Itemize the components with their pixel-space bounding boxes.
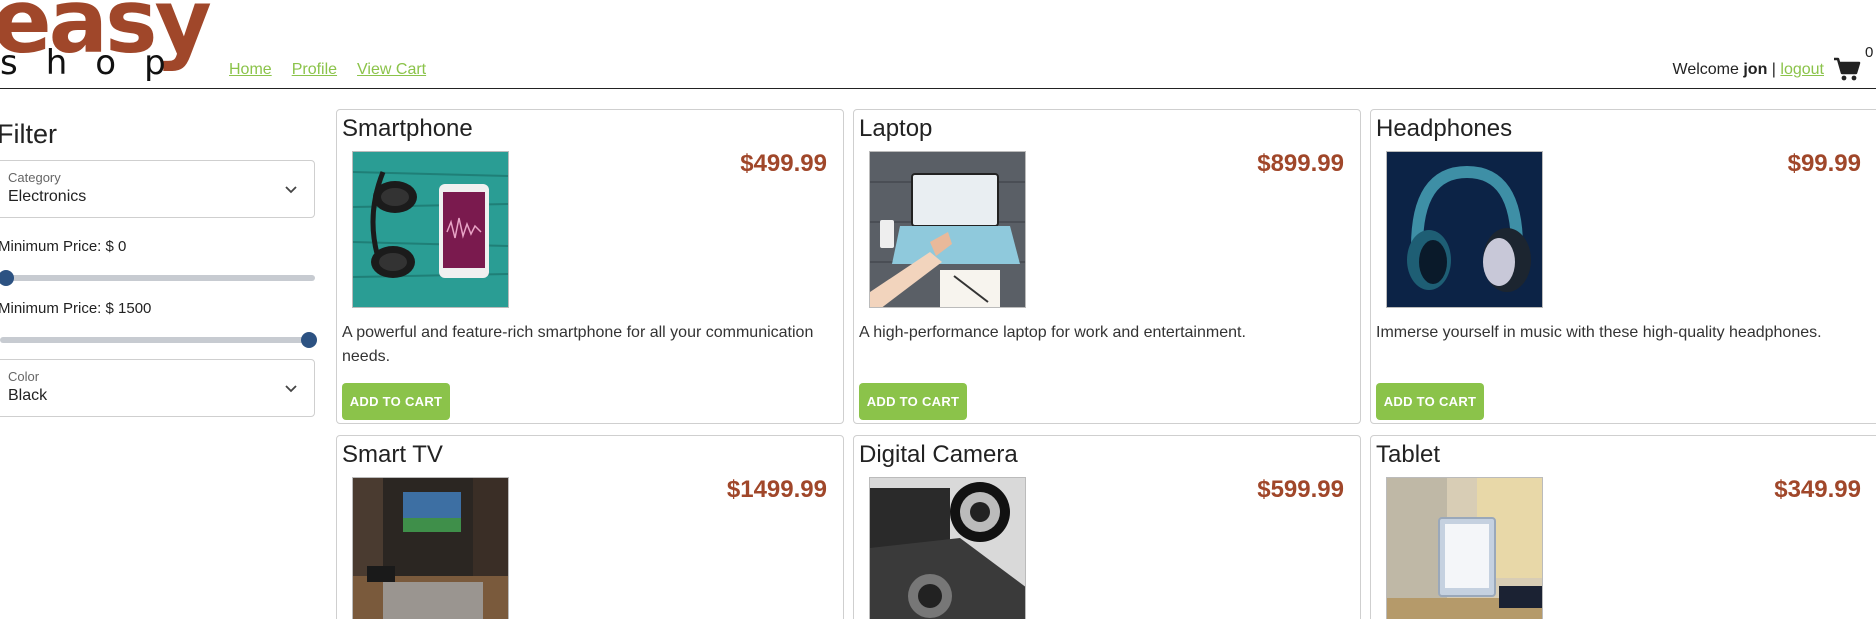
product-name: Digital Camera [859, 441, 1018, 468]
max-price-slider-thumb[interactable] [301, 332, 317, 348]
product-price: $499.99 [740, 150, 827, 177]
cart-count-badge: 0 [1865, 44, 1874, 61]
welcome-message: Welcome jon | logout [1673, 61, 1825, 79]
product-name: Tablet [1376, 441, 1441, 468]
product-price: $599.99 [1257, 476, 1344, 503]
min-price-slider-thumb[interactable] [0, 270, 14, 286]
add-to-cart-button[interactable]: ADD TO CART [1376, 383, 1484, 420]
product-image[interactable] [1386, 151, 1543, 308]
product-description: A high-performance laptop for work and e… [859, 324, 1246, 341]
color-select-value: Black [8, 387, 48, 404]
product-image[interactable] [352, 151, 509, 308]
add-to-cart-button[interactable]: ADD TO CART [859, 383, 967, 420]
chevron-down-icon [284, 382, 298, 396]
product-price: $1499.99 [726, 476, 827, 503]
easy-shop-logo[interactable]: easy shop [0, 0, 212, 80]
product-card-headphones: Headphones $99.99 Immerse yourself in mu… [1370, 109, 1876, 424]
min-price-slider[interactable] [0, 270, 315, 286]
shopping-cart-icon[interactable] [1833, 56, 1861, 82]
add-to-cart-button[interactable]: ADD TO CART [342, 383, 450, 420]
max-price-slider[interactable] [0, 332, 317, 348]
product-price: $99.99 [1787, 150, 1861, 177]
filter-title: Filter [0, 119, 57, 149]
logo-text-shop: shop [0, 43, 194, 83]
product-name: Smart TV [342, 441, 443, 468]
nav-home-link[interactable]: Home [229, 61, 272, 79]
product-description: A powerful and feature-rich smartphone f… [342, 324, 814, 365]
site-header: easy shop Home Profile View Cart Welcome… [0, 0, 1876, 89]
category-select-value: Electronics [8, 188, 87, 205]
color-select[interactable]: Color Black [0, 359, 315, 417]
category-select-label: Category [8, 170, 61, 185]
main-nav: Home Profile View Cart [229, 61, 426, 79]
min-price-label: Minimum Price: $ 0 [0, 238, 127, 255]
product-name: Headphones [1376, 115, 1513, 142]
product-card-smartphone: Smartphone $499.99 A powerful and featur… [336, 109, 844, 424]
product-image[interactable] [869, 477, 1026, 619]
product-card-smart-tv: Smart TV $1499.99 [336, 435, 844, 619]
welcome-separator: | [1771, 61, 1776, 78]
nav-profile-link[interactable]: Profile [292, 61, 337, 79]
category-select[interactable]: Category Electronics [0, 160, 315, 218]
product-card-digital-camera: Digital Camera $599.99 [853, 435, 1361, 619]
color-select-label: Color [8, 369, 40, 384]
product-description: Immerse yourself in music with these hig… [1376, 324, 1822, 341]
product-name: Laptop [859, 115, 933, 142]
product-price: $899.99 [1257, 150, 1344, 177]
logout-link[interactable]: logout [1780, 61, 1824, 78]
product-image[interactable] [1386, 477, 1543, 619]
product-name: Smartphone [342, 115, 473, 142]
product-price: $349.99 [1774, 476, 1861, 503]
product-image[interactable] [352, 477, 509, 619]
nav-view-cart-link[interactable]: View Cart [357, 61, 426, 79]
welcome-label: Welcome [1672, 61, 1739, 78]
username: jon [1743, 61, 1768, 78]
max-price-label: Minimum Price: $ 1500 [0, 300, 152, 317]
product-image[interactable] [869, 151, 1026, 308]
product-card-tablet: Tablet $349.99 [1370, 435, 1876, 619]
chevron-down-icon [284, 183, 298, 197]
product-card-laptop: Laptop $899.99 A high-performance laptop… [853, 109, 1361, 424]
